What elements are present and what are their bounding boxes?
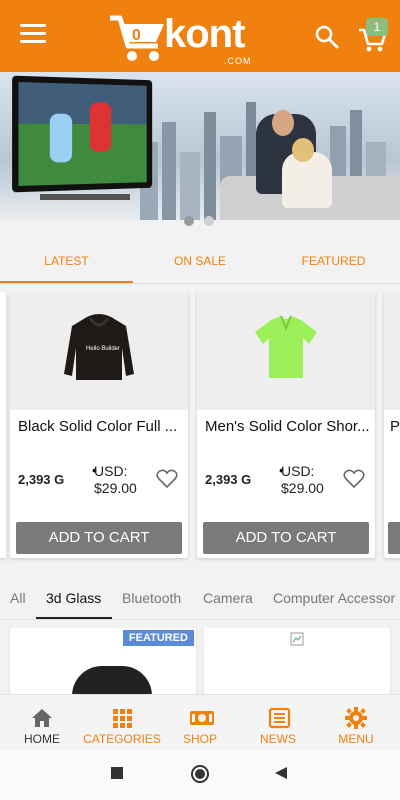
category-all[interactable]: All <box>10 590 26 606</box>
system-navigation-bar <box>0 750 400 800</box>
banner-dot-2[interactable] <box>204 216 214 226</box>
promo-banner[interactable] <box>0 72 400 220</box>
home-circle-icon[interactable] <box>190 764 210 784</box>
product-carousel[interactable]: Hello Builder Black Solid Color Full ...… <box>0 292 400 562</box>
category-filter-bar: All 3d Glass Bluetooth Camera Computer A… <box>0 578 400 620</box>
svg-text:Hello Builder: Hello Builder <box>86 346 120 352</box>
app-bar: 0 kont .COM 1 <box>0 0 400 72</box>
product-price-gold: 2,393 G <box>205 472 252 487</box>
product-card[interactable]: Men's Solid Color Shor... 2,393 G • USD:… <box>197 292 375 558</box>
product-name[interactable]: P <box>390 418 400 435</box>
svg-text:0: 0 <box>132 27 141 44</box>
featured-badge: FEATURED <box>122 630 194 646</box>
category-bluetooth[interactable]: Bluetooth <box>122 590 181 606</box>
hamburger-menu-icon[interactable] <box>20 24 46 48</box>
logo-domain: .COM <box>224 56 252 66</box>
product-tabs: LATEST ON SALE FEATURED <box>0 238 400 284</box>
product-card-partial-right[interactable]: P <box>384 292 400 558</box>
bottom-navigation: HOME CATEGORIES SHOP NEWS MENU <box>0 694 400 750</box>
nav-home[interactable]: HOME <box>2 695 82 751</box>
nav-menu[interactable]: MENU <box>316 695 396 751</box>
logo-wordmark: kont <box>164 12 245 56</box>
tv-image <box>12 75 153 193</box>
tab-indicator <box>0 281 133 283</box>
cart-count-badge: 1 <box>366 18 388 36</box>
broken-image-icon <box>290 632 304 646</box>
add-to-cart-button[interactable]: ADD TO CART <box>16 522 182 554</box>
product-name[interactable]: Black Solid Color Full ... <box>18 418 182 435</box>
app-screen: 0 kont .COM 1 LATEST ON SALE FEATURED He… <box>0 0 400 800</box>
product-card[interactable]: Hello Builder Black Solid Color Full ...… <box>10 292 188 558</box>
product-price-usd: USD: $29.00 <box>94 463 137 496</box>
news-icon <box>268 707 291 729</box>
categories-icon <box>113 709 132 728</box>
product-name[interactable]: Men's Solid Color Shor... <box>205 418 369 435</box>
wishlist-heart-icon[interactable] <box>156 469 178 489</box>
banner-dot-1[interactable] <box>184 216 194 226</box>
product-image <box>197 292 375 410</box>
recent-apps-icon[interactable] <box>110 766 124 780</box>
nav-shop[interactable]: SHOP <box>160 695 240 751</box>
product-price-usd: USD: $29.00 <box>281 463 324 496</box>
tv-stand <box>40 194 130 200</box>
category-computer-accessories[interactable]: Computer Accessor <box>273 590 395 606</box>
category-camera[interactable]: Camera <box>203 590 253 606</box>
category-3d-glass[interactable]: 3d Glass <box>46 590 101 606</box>
polo-shirt-icon <box>255 315 317 378</box>
search-icon[interactable] <box>314 24 340 50</box>
product-image: Hello Builder <box>10 292 188 410</box>
nav-categories-label: CATEGORIES <box>83 732 161 746</box>
nav-shop-label: SHOP <box>182 732 217 746</box>
nav-menu-label: MENU <box>338 732 374 746</box>
nav-news[interactable]: NEWS <box>238 695 318 751</box>
home-icon <box>32 709 52 727</box>
hoodie-icon: Hello Builder <box>64 314 134 380</box>
category-active-underline <box>36 617 112 619</box>
wishlist-heart-icon[interactable] <box>343 469 365 489</box>
add-to-cart-button[interactable]: ADD TO CART <box>203 522 369 554</box>
product-price-gold: 2,393 G <box>18 472 65 487</box>
tab-featured[interactable]: FEATURED <box>267 238 400 284</box>
nav-categories[interactable]: CATEGORIES <box>82 695 162 751</box>
brand-logo[interactable]: 0 kont .COM <box>108 10 268 66</box>
cart-logo-icon: 0 <box>110 15 164 61</box>
shop-icon <box>190 711 214 725</box>
back-icon[interactable] <box>274 766 288 780</box>
gear-icon <box>345 707 367 729</box>
product-card-partial-left[interactable] <box>0 292 6 558</box>
tab-latest[interactable]: LATEST <box>0 238 133 284</box>
nav-home-label: HOME <box>24 732 60 746</box>
tab-on-sale[interactable]: ON SALE <box>133 238 267 284</box>
nav-news-label: NEWS <box>260 732 296 746</box>
